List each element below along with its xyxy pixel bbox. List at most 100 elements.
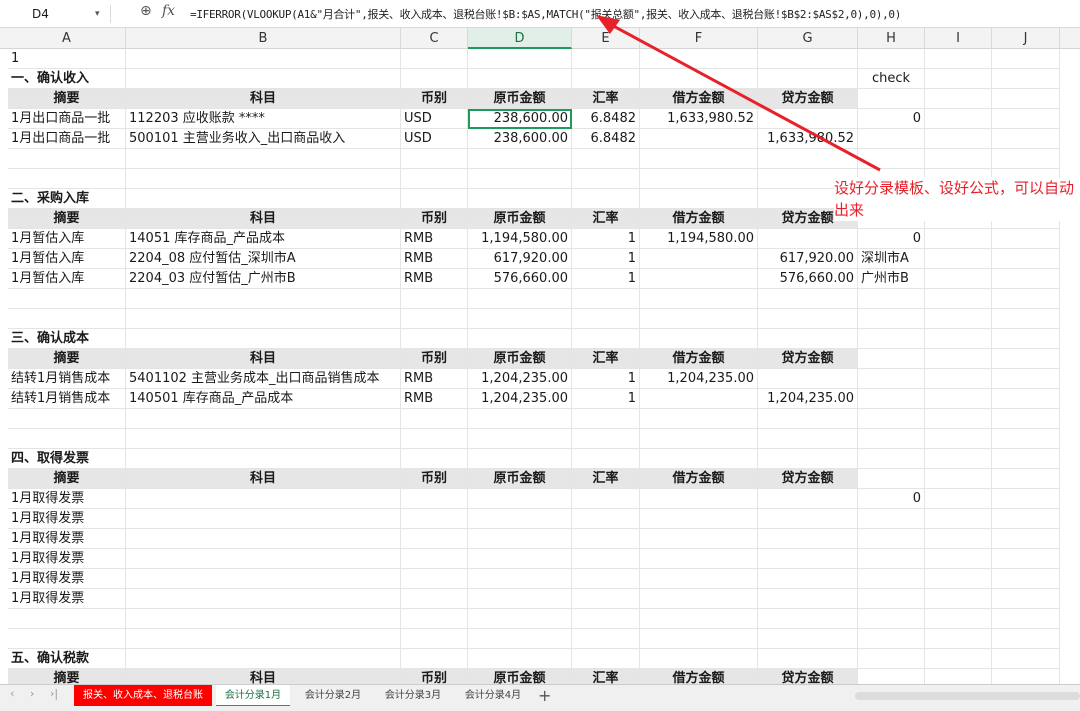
- cell-i[interactable]: [925, 129, 992, 149]
- cell-i[interactable]: [925, 149, 992, 169]
- cell-j[interactable]: [992, 229, 1060, 249]
- header-cell[interactable]: 原币金额: [468, 89, 572, 109]
- cell-credit[interactable]: 1,633,980.52: [758, 129, 858, 149]
- cell-h[interactable]: [858, 309, 925, 329]
- cell-credit[interactable]: 617,920.00: [758, 249, 858, 269]
- cell-c[interactable]: [401, 649, 468, 669]
- cell-a[interactable]: [8, 609, 126, 629]
- check-label[interactable]: [858, 329, 925, 349]
- cell-g[interactable]: [758, 289, 858, 309]
- cell-summary[interactable]: 1月取得发票: [8, 489, 126, 509]
- header-cell[interactable]: 原币金额: [468, 349, 572, 369]
- cell-summary[interactable]: 结转1月销售成本: [8, 389, 126, 409]
- column-header-h[interactable]: H: [858, 28, 925, 49]
- cell-a[interactable]: [8, 149, 126, 169]
- cell-d[interactable]: [468, 189, 572, 209]
- cell-i[interactable]: [925, 49, 992, 69]
- cell-h[interactable]: [858, 149, 925, 169]
- cell-e[interactable]: [572, 49, 640, 69]
- check-label[interactable]: [858, 649, 925, 669]
- cell-i[interactable]: [925, 529, 992, 549]
- cell-i[interactable]: [925, 549, 992, 569]
- cell-rate[interactable]: 1: [572, 229, 640, 249]
- header-cell[interactable]: 汇率: [572, 349, 640, 369]
- cell-f[interactable]: [640, 629, 758, 649]
- cell-h[interactable]: [858, 89, 925, 109]
- cell-debit[interactable]: 1,204,235.00: [640, 369, 758, 389]
- cell-h[interactable]: [858, 289, 925, 309]
- cell-e[interactable]: [572, 629, 640, 649]
- section-title[interactable]: 三、确认成本: [8, 329, 126, 349]
- cell-e[interactable]: [572, 189, 640, 209]
- cell-i[interactable]: [925, 509, 992, 529]
- cell-h[interactable]: [858, 409, 925, 429]
- cell-debit[interactable]: [640, 269, 758, 289]
- cell-c[interactable]: [401, 169, 468, 189]
- header-cell[interactable]: 科目: [126, 469, 401, 489]
- cell-rate[interactable]: 1: [572, 249, 640, 269]
- cell-b[interactable]: [126, 629, 401, 649]
- cell-currency[interactable]: [401, 549, 468, 569]
- cell-currency[interactable]: RMB: [401, 229, 468, 249]
- cell-b[interactable]: [126, 69, 401, 89]
- cell-j[interactable]: [992, 349, 1060, 369]
- fx-icon[interactable]: fx: [162, 3, 175, 19]
- cell-summary[interactable]: 1月取得发票: [8, 569, 126, 589]
- cell-b[interactable]: [126, 149, 401, 169]
- first-sheet-icon[interactable]: ‹: [10, 687, 14, 700]
- cell-f[interactable]: [640, 649, 758, 669]
- cell-j[interactable]: [992, 609, 1060, 629]
- cell-d[interactable]: [468, 149, 572, 169]
- column-header-i[interactable]: I: [925, 28, 992, 49]
- cell-credit[interactable]: [758, 529, 858, 549]
- cell-account[interactable]: 112203 应收账款 ****: [126, 109, 401, 129]
- cell-credit[interactable]: [758, 589, 858, 609]
- cell-summary[interactable]: 1月取得发票: [8, 509, 126, 529]
- cell-account[interactable]: 2204_03 应付暂估_广州市B: [126, 269, 401, 289]
- cell-f[interactable]: [640, 189, 758, 209]
- sheet-tab[interactable]: 报关、收入成本、退税台账: [74, 685, 212, 707]
- cell-j[interactable]: [992, 69, 1060, 89]
- cell-g[interactable]: [758, 409, 858, 429]
- cell-e[interactable]: [572, 409, 640, 429]
- cell-account[interactable]: 14051 库存商品_产品成本: [126, 229, 401, 249]
- header-cell[interactable]: 贷方金额: [758, 89, 858, 109]
- cell-currency[interactable]: RMB: [401, 249, 468, 269]
- check-label[interactable]: check: [858, 69, 925, 89]
- sheet-tab[interactable]: 会计分录3月: [376, 685, 450, 707]
- cell-rate[interactable]: [572, 589, 640, 609]
- header-cell[interactable]: 科目: [126, 89, 401, 109]
- column-header-a[interactable]: A: [8, 28, 126, 49]
- cell-check[interactable]: 广州市B: [858, 269, 925, 289]
- cell-debit[interactable]: [640, 549, 758, 569]
- cell-h[interactable]: [858, 349, 925, 369]
- cell-c[interactable]: [401, 189, 468, 209]
- cell-currency[interactable]: USD: [401, 109, 468, 129]
- cell-i[interactable]: [925, 649, 992, 669]
- column-header-d[interactable]: D: [468, 28, 572, 49]
- header-cell[interactable]: 科目: [126, 349, 401, 369]
- cell-i[interactable]: [925, 289, 992, 309]
- cell-f[interactable]: [640, 49, 758, 69]
- cell-account[interactable]: [126, 529, 401, 549]
- cell-account[interactable]: 140501 库存商品_产品成本: [126, 389, 401, 409]
- cell-e[interactable]: [572, 649, 640, 669]
- cell-i[interactable]: [925, 249, 992, 269]
- cell-credit[interactable]: [758, 509, 858, 529]
- cell-g[interactable]: [758, 649, 858, 669]
- cell-account[interactable]: [126, 509, 401, 529]
- cell-credit[interactable]: [758, 369, 858, 389]
- last-sheet-icon[interactable]: ›|: [50, 687, 58, 700]
- cell-debit[interactable]: [640, 129, 758, 149]
- cell-rate[interactable]: 6.8482: [572, 109, 640, 129]
- cell-orig-amount[interactable]: 238,600.00: [468, 129, 572, 149]
- cell-orig-amount[interactable]: [468, 529, 572, 549]
- cell-d[interactable]: [468, 429, 572, 449]
- cell-credit[interactable]: 576,660.00: [758, 269, 858, 289]
- cell-i[interactable]: [925, 229, 992, 249]
- add-sheet-button[interactable]: +: [538, 685, 551, 707]
- cell-i[interactable]: [925, 589, 992, 609]
- cell-credit[interactable]: 1,204,235.00: [758, 389, 858, 409]
- cell-i[interactable]: [925, 69, 992, 89]
- cell-f[interactable]: [640, 309, 758, 329]
